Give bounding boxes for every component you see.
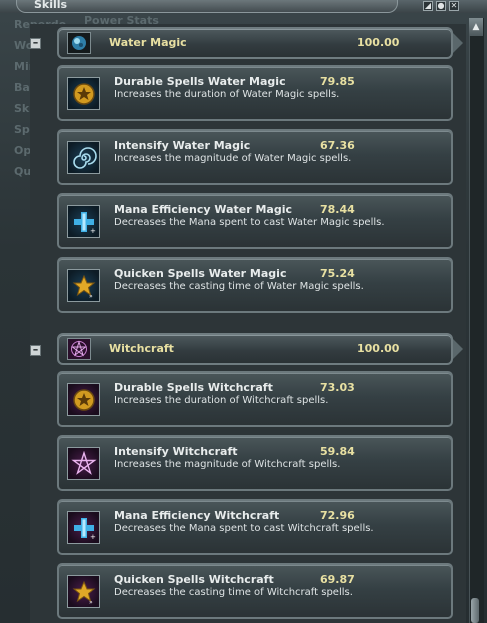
- skill-description: Decreases the casting time of Witchcraft…: [114, 587, 353, 598]
- skill-value: 67.36: [320, 139, 355, 152]
- category-water-magic[interactable]: Water Magic 100.00: [57, 27, 463, 59]
- water-orb-icon: [67, 32, 91, 54]
- svg-text:»: »: [89, 599, 93, 605]
- skill-value: 75.24: [320, 267, 355, 280]
- quicken-spells-icon: »: [67, 269, 100, 302]
- skill-value: 79.85: [320, 75, 355, 88]
- skill-row[interactable]: Durable Spells Witchcraft 73.03 Increase…: [57, 371, 453, 427]
- skill-name: Intensify Witchcraft: [114, 445, 238, 458]
- category-value: 100.00: [357, 342, 400, 355]
- skill-name: Durable Spells Water Magic: [114, 75, 286, 88]
- skill-description: Decreases the casting time of Water Magi…: [114, 281, 364, 292]
- title-tab: [16, 0, 398, 13]
- category-name: Witchcraft: [109, 342, 174, 355]
- skill-name: Quicken Spells Witchcraft: [114, 573, 274, 586]
- skill-row[interactable]: Durable Spells Water Magic 79.85 Increas…: [57, 65, 453, 121]
- skill-description: Increases the duration of Witchcraft spe…: [114, 395, 329, 406]
- skill-row[interactable]: » Quicken Spells Water Magic 75.24 Decre…: [57, 257, 453, 313]
- skill-name: Mana Efficiency Water Magic: [114, 203, 293, 216]
- durable-spells-icon: [67, 77, 100, 110]
- skill-name: Quicken Spells Water Magic: [114, 267, 287, 280]
- pentagram-icon: [67, 338, 91, 360]
- quicken-spells-icon: »: [67, 575, 100, 608]
- skill-row[interactable]: + Mana Efficiency Water Magic 78.44 Decr…: [57, 193, 453, 249]
- durable-spells-icon: [67, 383, 100, 416]
- title-bar[interactable]: Skills ◢ ● ✕: [0, 0, 487, 13]
- mana-efficiency-icon: +: [67, 511, 100, 544]
- intensify-spiral-icon: [67, 141, 100, 174]
- skill-row[interactable]: Intensify Water Magic 67.36 Increases th…: [57, 129, 453, 185]
- skill-description: Increases the duration of Water Magic sp…: [114, 89, 340, 100]
- skill-description: Increases the magnitude of Water Magic s…: [114, 153, 352, 164]
- svg-text:+: +: [90, 533, 96, 541]
- collapse-witchcraft-button[interactable]: –: [30, 344, 41, 356]
- skill-row[interactable]: » Quicken Spells Witchcraft 69.87 Decrea…: [57, 563, 453, 619]
- scrollbar-thumb[interactable]: [471, 598, 479, 623]
- close-button[interactable]: ✕: [449, 1, 459, 11]
- intensify-pentagram-icon: [67, 447, 100, 480]
- skill-row[interactable]: Intensify Witchcraft 59.84 Increases the…: [57, 435, 453, 491]
- skill-value: 73.03: [320, 381, 355, 394]
- restore-button[interactable]: ●: [436, 1, 446, 11]
- skill-description: Increases the magnitude of Witchcraft sp…: [114, 459, 341, 470]
- svg-text:»: »: [89, 293, 93, 299]
- category-witchcraft[interactable]: Witchcraft 100.00: [57, 333, 463, 365]
- skill-value: 69.87: [320, 573, 355, 586]
- scroll-up-button[interactable]: ▲: [469, 18, 483, 36]
- skill-row[interactable]: + Mana Efficiency Witchcraft 72.96 Decre…: [57, 499, 453, 555]
- skill-name: Durable Spells Witchcraft: [114, 381, 273, 394]
- category-name: Water Magic: [109, 36, 187, 49]
- window-title: Skills: [34, 0, 68, 11]
- skill-value: 78.44: [320, 203, 355, 216]
- collapse-water-magic-button[interactable]: –: [30, 37, 41, 49]
- skill-name: Mana Efficiency Witchcraft: [114, 509, 280, 522]
- skill-description: Decreases the Mana spent to cast Witchcr…: [114, 523, 374, 534]
- skill-description: Decreases the Mana spent to cast Water M…: [114, 217, 385, 228]
- mana-efficiency-icon: +: [67, 205, 100, 238]
- category-value: 100.00: [357, 36, 400, 49]
- skill-value: 59.84: [320, 445, 355, 458]
- skill-value: 72.96: [320, 509, 355, 522]
- svg-text:+: +: [90, 227, 96, 235]
- scrollbar[interactable]: [469, 18, 484, 623]
- minimize-button[interactable]: ◢: [423, 1, 433, 11]
- skill-name: Intensify Water Magic: [114, 139, 251, 152]
